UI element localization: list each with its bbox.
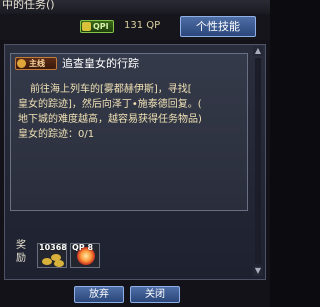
quest-title: 追查皇女的行踪 [62, 57, 139, 70]
quest-window: 中的任务() QPI 131 QP 个性技能 ▲ ▼ 主线 追查皇女的行踪 前往… [0, 0, 270, 307]
reward-gold-count: 10368 [39, 243, 67, 252]
window-title: 中的任务() [2, 0, 55, 11]
reward-label: 奖励 [16, 240, 26, 264]
reward-qp-count: QP 8 [72, 243, 94, 252]
quest-description-line: 皇女的踪迹]，然后向泽丁•施泰德回复。( [18, 99, 202, 110]
quest-progress: 皇女的踪迹：0/1 [18, 129, 95, 140]
close-button[interactable]: 关闭 [130, 286, 180, 303]
reward-slot-gold[interactable]: 10368 [37, 243, 67, 268]
main-quest-icon [17, 59, 26, 68]
quest-description-line: 地下城的难度越高，越容易获得任务物品) [18, 114, 202, 125]
personality-skill-button[interactable]: 个性技能 [180, 16, 256, 37]
main-quest-tag-label: 主线 [29, 59, 45, 68]
qp-badge-label: QPI [93, 22, 109, 31]
qp-badge: QPI [80, 20, 114, 33]
title-bar[interactable]: 中的任务() [0, 0, 270, 15]
qp-amount: 131 QP [124, 20, 161, 31]
main-quest-tag: 主线 [15, 57, 57, 70]
gold-coins-icon [42, 258, 52, 265]
scroll-up-icon[interactable]: ▲ [253, 46, 263, 56]
quest-description: 前往海上列车的[雾都赫伊斯]，寻找[ 皇女的踪迹]，然后向泽丁•施泰德回复。( … [18, 82, 246, 142]
qp-icon [82, 22, 91, 31]
gold-coin-icon [54, 260, 64, 267]
abandon-button[interactable]: 放弃 [74, 286, 124, 303]
reward-slot-qp[interactable]: QP 8 [70, 243, 100, 268]
scroll-down-icon[interactable]: ▼ [253, 266, 263, 276]
scrollbar-track[interactable] [255, 58, 261, 264]
quest-description-line: 前往海上列车的[雾都赫伊斯]，寻找[ [30, 84, 192, 95]
